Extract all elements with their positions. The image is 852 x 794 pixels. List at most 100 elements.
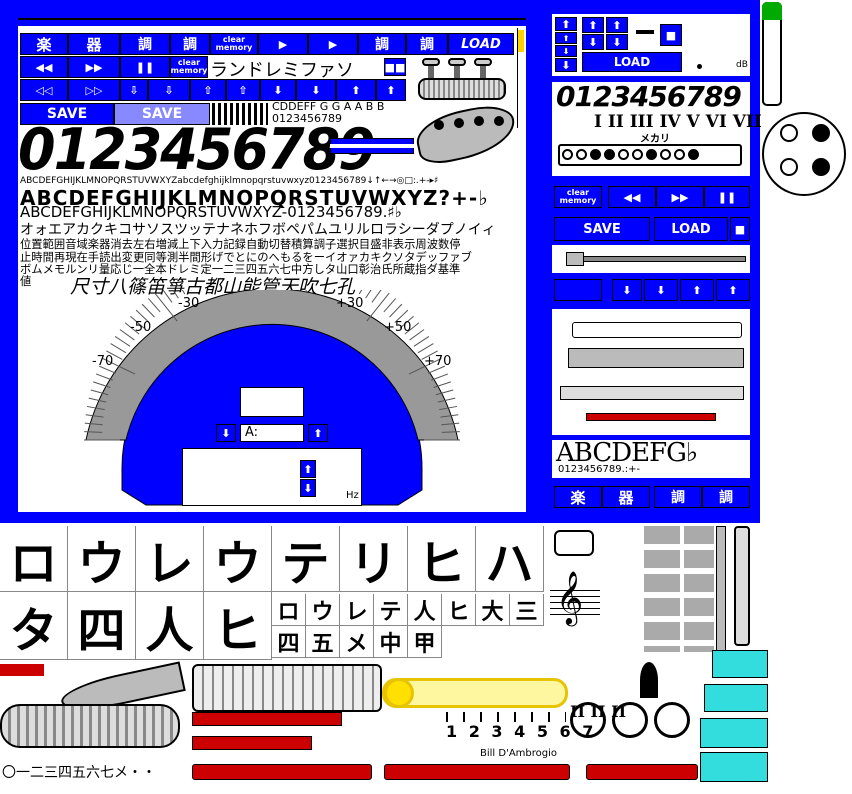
trumpet-valves-image (418, 56, 508, 104)
up-outline-button-2[interactable]: ⇧ (226, 79, 260, 101)
key-button-right-2[interactable]: 調 (702, 486, 750, 508)
up-arrow-icon: ⬆ (303, 462, 313, 476)
kana-small-9: 四 (272, 626, 306, 658)
load-button[interactable]: LOAD (448, 33, 514, 55)
volume-slider-track[interactable] (566, 256, 746, 262)
down-button-2[interactable]: ⬇ (296, 79, 336, 101)
clear-memory-button[interactable]: clear memory (210, 33, 258, 55)
key-button-3[interactable]: 調 (358, 33, 406, 55)
key-button-2[interactable]: 調 (170, 33, 210, 55)
save-button-right[interactable]: SAVE (554, 217, 650, 241)
gauge-tick (154, 292, 178, 322)
rewind-button-right[interactable]: ◀◀ (608, 186, 656, 208)
up-button-right-1[interactable]: ⬆ (680, 279, 714, 301)
kana-cell-3: レ (136, 526, 204, 592)
vol-up-small[interactable]: ⬆ (555, 32, 577, 44)
cyan-keys-row-3 (700, 718, 768, 748)
freq-up-button[interactable]: ⬆ (300, 460, 316, 478)
clear-memory-button-2[interactable]: clear memory (170, 56, 208, 78)
gauge-tick (181, 290, 186, 295)
stop-button-right-2[interactable]: ■ (730, 217, 750, 241)
kana-cell-2: ウ (68, 526, 136, 592)
scrollbar-thumb[interactable] (518, 30, 524, 52)
vol-up-big[interactable]: ⬆ (555, 17, 577, 31)
down-button-1[interactable]: ⬇ (260, 79, 296, 101)
down-button-right-2[interactable]: ⬇ (644, 279, 678, 301)
vol-down-big[interactable]: ⬇ (555, 58, 577, 72)
key-button-right-1[interactable]: 調 (654, 486, 702, 508)
note-down-button[interactable]: ⬇ (216, 424, 236, 442)
shakuhachi-holes (562, 148, 712, 162)
finger-hole (646, 149, 657, 160)
frequency-unit: Hz (346, 490, 359, 501)
gauge-label-minus30: -30 (178, 296, 200, 311)
instrument-button-right-2[interactable]: 器 (602, 486, 650, 508)
saxophone-image (0, 661, 190, 764)
stop-icon: ■ (665, 28, 677, 42)
key-button-4[interactable]: 調 (406, 33, 448, 55)
rewind-button[interactable]: ◀◀ (20, 56, 68, 78)
db-unit: dB (736, 60, 748, 70)
down-button-right-1[interactable]: ⬇ (612, 279, 642, 301)
up-button-right-2[interactable]: ⬆ (716, 279, 750, 301)
up-button-2[interactable]: ⬆ (376, 79, 406, 101)
gauge-tick (141, 303, 155, 318)
red-flute-diagram (586, 413, 716, 421)
up-button-1[interactable]: ⬆ (336, 79, 376, 101)
credit-text: Bill D'Ambrogio (480, 748, 558, 759)
fast-forward-button[interactable]: ▶▶ (68, 56, 120, 78)
up-outline-button-1[interactable]: ⇧ (190, 79, 226, 101)
play-button-2[interactable]: ▶ (308, 33, 358, 55)
kana-small-13: 甲 (408, 626, 442, 658)
gauge-label-minus50: -50 (130, 320, 152, 335)
vol-down-small[interactable]: ⬇ (555, 45, 577, 57)
down-arrow-icon: ⬇ (562, 46, 570, 56)
pause-button-right[interactable]: ❚❚ (704, 186, 750, 208)
red-clarinet-image-2 (192, 736, 312, 750)
kana-cell-11: 人 (136, 592, 204, 660)
octave-up-button-2[interactable]: ⬆ (606, 17, 628, 33)
load-button-right-2[interactable]: LOAD (654, 217, 728, 241)
instrument-button-2[interactable]: 器 (68, 33, 120, 55)
octave-down-button-2[interactable]: ⬇ (606, 34, 628, 50)
down-outline-button-1[interactable]: ⇩ (120, 79, 148, 101)
alphabet-small: ABCDEFGHIJKLMNOPQRSTUVWXYZabcdefghijklmn… (20, 176, 439, 186)
red-flute-short (586, 764, 698, 780)
gauge-tick (147, 298, 161, 313)
roman-small-labels: II II II (570, 702, 627, 721)
kana-cell-10: 四 (68, 592, 136, 660)
down-outline-button-2[interactable]: ⇩ (148, 79, 190, 101)
octave-down-button[interactable]: ⬇ (582, 34, 604, 50)
finger-hole (688, 149, 699, 160)
kana-cell-8: ハ (476, 526, 544, 592)
empty-button-right[interactable] (554, 279, 602, 301)
down-arrow-icon: ⬇ (561, 58, 571, 72)
stop-button[interactable]: ■■ (384, 58, 406, 76)
play-button-1[interactable]: ▶ (258, 33, 308, 55)
down-arrow-icon: ⬇ (612, 35, 622, 49)
finger-hole (562, 149, 573, 160)
level-bar-fill (330, 144, 414, 148)
stop-button-right[interactable]: ■ (660, 24, 682, 46)
gauge-tick (110, 343, 127, 354)
freq-down-button[interactable]: ⬇ (300, 479, 316, 497)
volume-slider-thumb[interactable] (566, 252, 584, 266)
load-button-right[interactable]: LOAD (582, 52, 682, 72)
ffwd-button-right[interactable]: ▶▶ (656, 186, 704, 208)
note-up-button[interactable]: ⬆ (308, 424, 328, 442)
gauge-tick (114, 336, 131, 347)
pause-button[interactable]: ❚❚ (120, 56, 170, 78)
sheet-icon (554, 530, 594, 556)
forward-arrow-button[interactable]: ▷▷ (68, 79, 120, 101)
clear-memory-button-right[interactable]: clear memory (554, 186, 602, 208)
up-arrow-icon: ⬆ (588, 18, 598, 32)
kana-cell-6: リ (340, 526, 408, 592)
kana-small-7: 大 (476, 594, 510, 626)
back-arrow-button[interactable]: ◁◁ (20, 79, 68, 101)
key-button-1[interactable]: 調 (120, 33, 170, 55)
gauge-tick (417, 343, 434, 354)
instrument-button-right-1[interactable]: 楽 (554, 486, 602, 508)
down-arrow-icon: ⬇ (303, 481, 313, 495)
instrument-button-1[interactable]: 楽 (20, 33, 68, 55)
octave-up-button[interactable]: ⬆ (582, 17, 604, 33)
